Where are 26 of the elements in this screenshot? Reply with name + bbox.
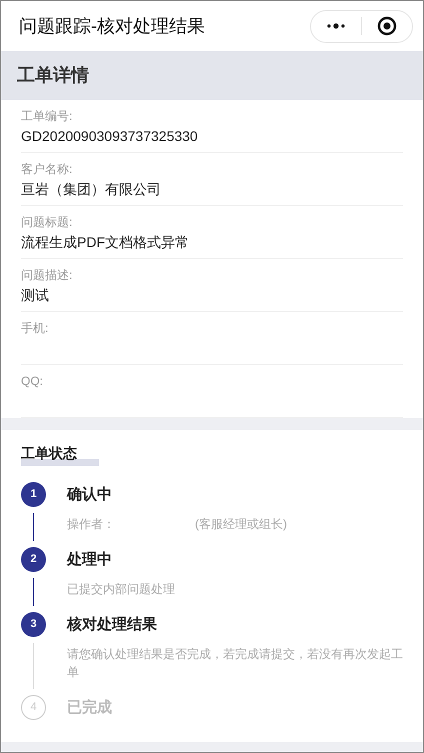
status-title: 工单状态 (21, 443, 99, 466)
step-description: 操作者： (67, 516, 115, 533)
field-label: 问题标题: (21, 214, 74, 230)
field-label: 工单编号: (21, 108, 74, 124)
target-icon (377, 16, 397, 36)
step-description: 请您确认处理结果是否完成，若完成请提交，若没有再次发起工单 (67, 646, 403, 681)
field-label: 客户名称: (21, 161, 74, 177)
step-title: 核对处理结果 (67, 615, 158, 635)
step-number: 3 (21, 612, 46, 637)
step-title: 确认中 (67, 485, 113, 505)
section-title: 工单详情 (17, 64, 89, 87)
field-label: 手机: (21, 320, 50, 336)
step-number: 1 (21, 482, 46, 507)
field-value: 测试 (21, 286, 50, 305)
field-value: GD20200903093737325330 (21, 127, 199, 146)
field-label: 问题描述: (21, 267, 74, 283)
field-value: 亘岩（集团）有限公司 (21, 180, 162, 199)
more-icon (326, 23, 346, 29)
field-label: QQ: (21, 373, 44, 389)
field-value: 流程生成PDF文档格式异常 (21, 233, 190, 252)
step-title: 处理中 (67, 550, 113, 570)
step-title: 已完成 (67, 698, 113, 718)
page-title: 问题跟踪-核对处理结果 (19, 14, 205, 38)
step-description: (客服经理或组长) (195, 516, 287, 533)
step-number: 2 (21, 547, 46, 572)
step-description: 已提交内部问题处理 (67, 581, 175, 598)
